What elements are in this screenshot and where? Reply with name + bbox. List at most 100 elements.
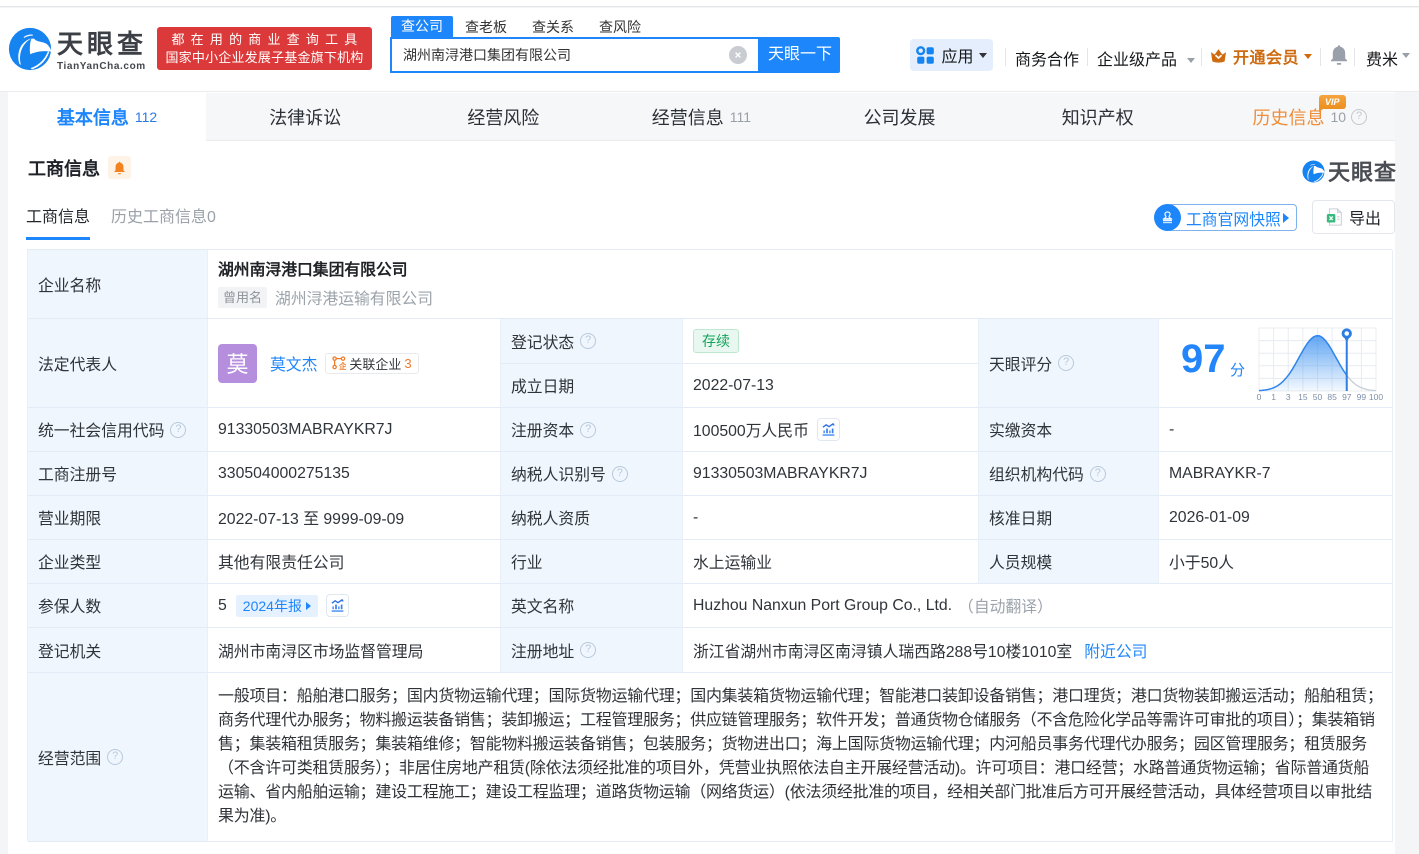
taxpayer-quality-text: - <box>693 508 699 526</box>
help-icon[interactable]: ? <box>611 465 628 482</box>
vip-upgrade-entry[interactable]: 开通会员 <box>1210 44 1313 68</box>
svg-text:15: 15 <box>1298 392 1308 402</box>
export-button[interactable]: 导出 <box>1312 200 1395 234</box>
subtab-business-info[interactable]: 工商信息 <box>26 203 91 240</box>
score-label: 天眼评分? <box>979 319 1159 408</box>
taxpayer-id-label-text: 纳税人识别号 <box>511 467 606 484</box>
help-icon[interactable]: ? <box>170 421 187 438</box>
divider <box>1354 48 1355 66</box>
svg-text:100: 100 <box>1369 392 1383 402</box>
nearby-companies-link[interactable]: 附近公司 <box>1084 639 1147 662</box>
related-companies-tag[interactable]: 企 关联企业 3 <box>325 352 419 374</box>
subtab-history-info[interactable]: 历史工商信息0 <box>111 203 216 240</box>
logo-text[interactable]: 天眼查 TianYanCha.com <box>57 31 147 72</box>
divider <box>1087 48 1088 66</box>
establish-date-label: 成立日期 <box>501 364 683 408</box>
nav-tab-label: 经营信息 <box>651 108 724 128</box>
help-icon[interactable]: ? <box>580 421 597 438</box>
legal-rep-label-text: 法定代表人 <box>38 356 117 374</box>
company-name-label: 企业名称 <box>28 250 208 319</box>
credit-code-label-text: 统一社会信用代码 <box>38 423 165 440</box>
nav-tab-development[interactable]: 公司发展 <box>801 93 999 141</box>
help-icon[interactable]: ? <box>1351 109 1368 125</box>
taxpayer-quality-label-text: 纳税人资质 <box>511 511 590 528</box>
search-button[interactable]: 天眼一下 <box>760 37 840 73</box>
notification-bell-icon[interactable] <box>1330 44 1348 66</box>
menu-cooperation[interactable]: 商务合作 <box>1015 46 1079 70</box>
nav-tab-label: 法律诉讼 <box>269 108 342 128</box>
score-label-text: 天眼评分 <box>989 356 1053 374</box>
clear-search-icon[interactable] <box>729 46 747 64</box>
scope-text: 一般项目：船舶港口服务；国内货物运输代理；国际货物运输代理；国内集装箱货物运输代… <box>218 688 1383 825</box>
stamp-icon <box>1154 204 1181 231</box>
subscribe-bell-button[interactable] <box>108 156 131 179</box>
english-name-label: 英文名称 <box>501 584 683 628</box>
reg-capital-text: 100500万人民币 <box>693 423 809 440</box>
search-tab-relation[interactable]: 查关系 <box>530 17 576 37</box>
nav-tab-history[interactable]: 历史信息 10 ? VIP <box>1197 93 1395 141</box>
nav-tab-ip[interactable]: 知识产权 <box>999 93 1197 141</box>
legal-rep-avatar[interactable]: 莫 <box>218 343 257 383</box>
legal-rep-link[interactable]: 莫文杰 <box>270 352 317 375</box>
section-title: 工商信息 <box>28 159 100 179</box>
help-icon[interactable]: ? <box>107 749 124 765</box>
divider <box>1320 48 1321 66</box>
search-tabs: 查公司 查老板 查关系 查风险 <box>391 16 664 37</box>
subtabs: 工商信息 历史工商信息0 <box>26 203 237 240</box>
svg-text:97: 97 <box>1342 392 1352 402</box>
scope-label: 经营范围? <box>28 673 208 842</box>
industry-cell: 水上运输业 <box>683 540 979 584</box>
slogan-line1: 都在用的商业查询工具 <box>171 32 364 47</box>
scope-cell: 一般项目：船舶港口服务；国内货物运输代理；国际货物运输代理；国内集装箱货物运输代… <box>208 673 1393 842</box>
apps-caret-icon <box>978 52 987 58</box>
insured-trend-button[interactable] <box>325 594 349 617</box>
nav-tab-risk[interactable]: 经营风险 <box>404 93 602 141</box>
approval-date-text: 2026-01-09 <box>1169 508 1250 526</box>
bell-icon <box>114 161 125 174</box>
search-tab-boss[interactable]: 查老板 <box>463 17 509 37</box>
approval-date-cell: 2026-01-09 <box>1159 496 1393 540</box>
official-snapshot-button[interactable]: 工商官网快照 <box>1154 204 1312 231</box>
reg-capital-label: 注册资本? <box>501 408 683 452</box>
nav-tab-operation[interactable]: 经营信息 111 <box>602 93 800 141</box>
tianyancha-logo-icon[interactable] <box>8 27 52 71</box>
industry-text: 水上运输业 <box>693 555 772 572</box>
industry-label: 行业 <box>501 540 683 584</box>
paid-capital-label: 实缴资本 <box>979 408 1159 452</box>
english-name-text: Huzhou Nanxun Port Group Co., Ltd. <box>693 596 953 614</box>
user-menu[interactable]: 费米 <box>1366 46 1398 70</box>
svg-text:3: 3 <box>1286 392 1291 402</box>
help-icon[interactable]: ? <box>580 642 597 658</box>
vip-label: 开通会员 <box>1233 50 1300 67</box>
tianyancha-watermark-icon <box>1302 159 1325 183</box>
help-icon[interactable]: ? <box>1058 355 1075 371</box>
registry-text: 湖州市南浔区市场监督管理局 <box>218 643 424 661</box>
former-name-row: 曾用名 湖州浔港运输有限公司 <box>218 286 433 309</box>
search-tab-company[interactable]: 查公司 <box>391 16 453 37</box>
staff-size-label: 人员规模 <box>979 540 1159 584</box>
nav-tab-basic-info[interactable]: 基本信息 112 <box>8 93 207 141</box>
menu-enterprise[interactable]: 企业级产品 <box>1097 46 1196 70</box>
search-input[interactable]: 湖州南浔港口集团有限公司 <box>390 37 760 73</box>
paid-capital-cell: - <box>1159 408 1393 452</box>
related-label: 关联企业 <box>349 356 402 372</box>
annual-report-tag[interactable]: 2024年报 <box>235 594 318 617</box>
paid-capital-text: - <box>1169 420 1175 438</box>
nav-tab-legal[interactable]: 法律诉讼 <box>206 93 404 141</box>
help-icon[interactable]: ? <box>1089 465 1106 482</box>
score-cell[interactable]: 97 分 0 1 3 15 50 85 97 99 100 <box>1159 319 1393 408</box>
apps-menu[interactable]: 应用 <box>910 39 993 71</box>
search-tab-risk[interactable]: 查风险 <box>597 17 643 37</box>
user-caret-icon <box>1402 53 1410 58</box>
reg-status-label-text: 登记状态 <box>511 334 575 352</box>
establish-date-cell: 2022-07-13 <box>683 364 979 408</box>
insured-label: 参保人数 <box>28 584 208 628</box>
help-icon[interactable]: ? <box>580 333 597 349</box>
english-name-label-text: 英文名称 <box>511 599 575 616</box>
staff-size-cell: 小于50人 <box>1159 540 1393 584</box>
capital-trend-button[interactable] <box>816 418 840 441</box>
business-term-label: 营业期限 <box>28 496 208 540</box>
vip-badge: VIP <box>1318 95 1346 112</box>
slogan-line2: 国家中小企业发展子基金旗下机构 <box>165 50 364 65</box>
svg-text:1: 1 <box>1271 392 1276 402</box>
